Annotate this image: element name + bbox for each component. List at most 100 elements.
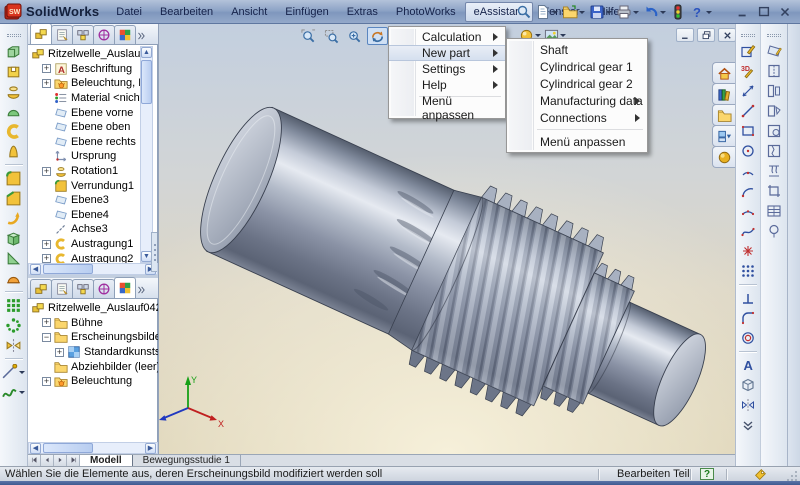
annotation-table-button[interactable] (763, 201, 785, 221)
extruded-boss-button[interactable] (3, 41, 25, 61)
rotate-view-button[interactable] (367, 27, 388, 45)
chamfer-button[interactable] (3, 188, 25, 208)
minimize-button[interactable] (676, 28, 694, 42)
zoom-area-button[interactable] (321, 27, 342, 45)
sketch-3d-button[interactable]: 3D (737, 61, 759, 81)
tree-item-ebene-rechts[interactable]: Ebene rechts (28, 135, 140, 150)
auxiliary-view-button[interactable] (763, 101, 785, 121)
tree-item-verrundung1[interactable]: Verrundung1 (28, 178, 140, 193)
tree-item-material-nicht-fe[interactable]: Material <nicht fe (28, 91, 140, 106)
three-point-arc-button[interactable] (737, 201, 759, 221)
sketch-pattern-button[interactable] (737, 261, 759, 281)
rib-button[interactable] (3, 248, 25, 268)
tabnav-first-button[interactable] (28, 455, 41, 466)
tree-item-ebene-oben[interactable]: Ebene oben (28, 120, 140, 135)
panel-resize-handle[interactable] (151, 232, 157, 272)
tabnav-prev-button[interactable] (41, 455, 54, 466)
add-relation-button[interactable] (737, 288, 759, 308)
tabnav-last-button[interactable] (67, 455, 80, 466)
scroll-thumb[interactable] (43, 443, 93, 453)
tree-item-bühne[interactable]: +Bühne (28, 316, 158, 331)
toolbar-grip[interactable] (7, 34, 21, 37)
search-button[interactable] (516, 4, 532, 20)
chevron-down-button[interactable] (737, 415, 759, 435)
menu-item-help[interactable]: Help (389, 77, 505, 93)
detail-view-button[interactable] (763, 121, 785, 141)
curves-button[interactable] (3, 382, 25, 402)
tree-item-abziehbilder-leer-[interactable]: Abziehbilder (leer) (28, 359, 158, 374)
tab-dimxpert[interactable] (93, 25, 115, 44)
dropdown-arrow-icon[interactable] (19, 371, 25, 374)
expander-expand-icon[interactable]: + (55, 348, 64, 357)
expander-collapse-icon[interactable]: − (42, 333, 51, 342)
crop-view-button[interactable] (763, 181, 785, 201)
dropdown-arrow-icon[interactable] (552, 11, 558, 14)
expander-expand-icon[interactable]: + (42, 64, 51, 73)
menu-item-menü-anpassen[interactable]: Menü anpassen (507, 133, 647, 150)
model-view-button[interactable] (763, 41, 785, 61)
expander-expand-icon[interactable]: + (42, 318, 51, 327)
menu-item-menü-anpassen[interactable]: Menü anpassen (389, 100, 505, 116)
expander-expand-icon[interactable]: + (42, 167, 51, 176)
broken-view-button[interactable] (763, 141, 785, 161)
dome-button[interactable] (3, 268, 25, 288)
tree-item-erscheinungsbilder-s[interactable]: −Erscheinungsbilder (S (28, 330, 158, 345)
panel-tabs-overflow-button[interactable] (135, 282, 147, 298)
open-button[interactable] (562, 4, 586, 20)
dropdown-arrow-icon[interactable] (706, 11, 712, 14)
toolbar-grip[interactable] (767, 34, 781, 37)
tab-featuremanager[interactable] (30, 279, 52, 298)
dropdown-arrow-icon[interactable] (579, 11, 585, 14)
tree-item-austragung2[interactable]: +Austragung2 (28, 251, 140, 263)
tree-item-beleuchtung-kam[interactable]: +Beleuchtung, Kam (28, 76, 140, 91)
zoom-inout-button[interactable] (344, 27, 365, 45)
sketch-fillet-button[interactable] (737, 308, 759, 328)
menu-item-connections[interactable]: Connections (507, 109, 647, 126)
sketch-text-button[interactable]: A (737, 355, 759, 375)
tab-displaymanager[interactable] (114, 277, 136, 298)
zoom-fit-button[interactable] (298, 27, 319, 45)
centerpoint-arc-button[interactable] (737, 161, 759, 181)
maximize-button[interactable] (757, 5, 771, 19)
tab-configurationmanager[interactable] (72, 25, 94, 44)
menu-item-manufacturing-data[interactable]: Manufacturing data (507, 92, 647, 109)
traffic-light-button[interactable] (670, 4, 686, 20)
revolved-cut-button[interactable] (3, 101, 25, 121)
restore-button[interactable] (697, 28, 715, 42)
smart-dimension-button[interactable] (737, 81, 759, 101)
undo-button[interactable] (643, 4, 667, 20)
scroll-up-button[interactable]: ▲ (141, 47, 152, 58)
scroll-left-button[interactable]: ◀ (30, 443, 41, 454)
offset-entities-button[interactable] (737, 328, 759, 348)
dropdown-arrow-icon[interactable] (19, 391, 25, 394)
tab-configurationmanager[interactable] (72, 279, 94, 298)
taskpane-tab-view-palette[interactable] (712, 125, 736, 147)
new-document-button[interactable] (535, 4, 559, 20)
save-button[interactable] (589, 4, 613, 20)
tree-item-ebene3[interactable]: Ebene3 (28, 193, 140, 208)
point-button[interactable] (737, 241, 759, 261)
tree-item-rotation1[interactable]: +Rotation1 (28, 164, 140, 179)
spline-button[interactable] (737, 221, 759, 241)
help-button[interactable]: ? (689, 4, 713, 20)
draft-button[interactable] (3, 208, 25, 228)
tab-propertymanager[interactable] (51, 279, 73, 298)
menu-item-new-part[interactable]: New part (389, 45, 505, 61)
doc-tab-bewegungsstudie-1[interactable]: Bewegungsstudie 1 (133, 455, 241, 466)
tree-item-achse3[interactable]: Achse3 (28, 222, 140, 237)
swept-boss-button[interactable] (3, 121, 25, 141)
menu-einfügen[interactable]: Einfügen (276, 2, 337, 22)
display-tree-hscrollbar[interactable]: ◀ ▶ (28, 442, 158, 454)
tree-item-ursprung[interactable]: Ursprung (28, 149, 140, 164)
menu-datei[interactable]: Datei (107, 2, 151, 22)
line-button[interactable] (737, 101, 759, 121)
scroll-thumb[interactable] (141, 60, 152, 104)
tabnav-next-button[interactable] (54, 455, 67, 466)
expander-expand-icon[interactable]: + (42, 240, 51, 249)
feature-tree-vscrollbar[interactable]: ▲ ▼ (140, 46, 153, 263)
dropdown-arrow-icon[interactable] (606, 11, 612, 14)
sketch-button[interactable] (737, 41, 759, 61)
mirror-button[interactable] (3, 335, 25, 355)
tree-item-ebene-vorne[interactable]: Ebene vorne (28, 105, 140, 120)
circle-button[interactable] (737, 141, 759, 161)
